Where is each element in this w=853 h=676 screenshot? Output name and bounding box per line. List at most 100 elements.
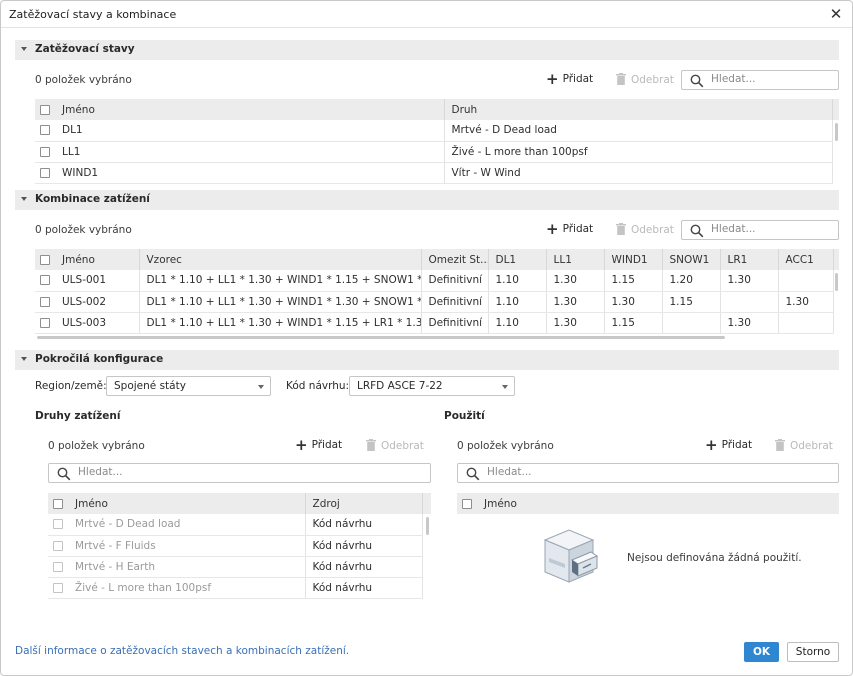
row-checkbox — [48, 556, 68, 578]
region-value: Spojené státy — [114, 380, 186, 392]
section-combinations-header[interactable]: Kombinace zatížení — [15, 190, 839, 210]
region-dropdown[interactable]: Spojené státy — [106, 376, 271, 396]
table-header-row: Jméno Druh — [35, 99, 839, 120]
remove-label: Odebrat — [790, 440, 833, 452]
remove-load-case-button[interactable]: Odebrat — [616, 73, 674, 89]
cell: DL1 * 1.10 + LL1 * 1.30 + WIND1 * 1.15 +… — [139, 312, 422, 334]
table-row[interactable]: WIND1 Vítr - W Wind — [35, 162, 839, 184]
remove-combination-button[interactable]: Odebrat — [616, 223, 674, 239]
selection-count: 0 položek vybráno — [48, 440, 145, 452]
collapse-triangle-icon[interactable] — [21, 47, 27, 51]
close-icon[interactable]: ✕ — [827, 5, 845, 23]
horizontal-scrollbar[interactable] — [37, 336, 725, 339]
select-all-checkbox[interactable] — [48, 493, 68, 514]
cell-name: LL1 — [55, 141, 445, 163]
table-row[interactable]: ULS-002 DL1 * 1.10 + LL1 * 1.30 + WIND1 … — [35, 291, 839, 313]
add-usage-button[interactable]: + Přidat — [705, 438, 752, 455]
vertical-scrollbar[interactable] — [426, 517, 429, 535]
column-header[interactable]: Jméno — [55, 99, 445, 120]
cell: 1.30 — [720, 270, 779, 292]
table-row[interactable]: Mrtvé - F Fluids Kód návrhu — [48, 535, 431, 557]
search-input[interactable] — [78, 466, 198, 478]
column-header[interactable]: Zdroj — [305, 493, 423, 514]
select-all-checkbox[interactable] — [35, 249, 55, 270]
table-row[interactable]: Mrtvé - H Earth Kód návrhu — [48, 556, 431, 578]
usage-search[interactable] — [457, 463, 839, 483]
cell-type: Živé - L more than 100psf — [444, 141, 833, 163]
column-header[interactable]: LR1 — [720, 249, 779, 270]
section-advanced-header[interactable]: Pokročilá konfigurace — [15, 350, 839, 370]
help-link[interactable]: Další informace o zatěžovacích stavech a… — [15, 645, 349, 657]
trash-icon — [616, 73, 626, 85]
search-input[interactable] — [711, 223, 831, 235]
load-types-title: Druhy zatížení — [35, 410, 121, 422]
cell: ULS-001 — [55, 270, 140, 292]
search-icon — [466, 467, 480, 481]
table-row[interactable]: Mrtvé - D Dead load Kód návrhu — [48, 514, 431, 536]
cell-source: Kód návrhu — [305, 535, 423, 557]
row-checkbox — [48, 535, 68, 557]
table-row[interactable]: ULS-003 DL1 * 1.10 + LL1 * 1.30 + WIND1 … — [35, 312, 839, 334]
collapse-triangle-icon[interactable] — [21, 357, 27, 361]
cell — [778, 312, 834, 334]
add-load-type-button[interactable]: + Přidat — [295, 438, 342, 455]
search-icon — [690, 224, 704, 238]
cell-source: Kód návrhu — [305, 556, 423, 578]
cell: 1.30 — [546, 291, 605, 313]
chevron-down-icon — [502, 385, 508, 389]
load-type-search[interactable] — [48, 463, 431, 483]
load-case-search[interactable] — [681, 70, 839, 90]
remove-usage-button[interactable]: Odebrat — [775, 439, 833, 455]
remove-load-type-button[interactable]: Odebrat — [366, 439, 424, 455]
cell — [662, 312, 721, 334]
column-header[interactable]: Jméno — [68, 493, 306, 514]
column-header[interactable]: DL1 — [488, 249, 547, 270]
cancel-button[interactable]: Storno — [787, 642, 839, 662]
combination-search[interactable] — [681, 220, 839, 240]
section-load-cases-header[interactable]: Zatěžovací stavy — [15, 40, 839, 60]
select-all-checkbox[interactable] — [35, 99, 55, 120]
search-input[interactable] — [487, 466, 607, 478]
row-checkbox[interactable] — [35, 291, 55, 313]
selection-count: 0 položek vybráno — [35, 224, 132, 236]
vertical-scrollbar[interactable] — [835, 273, 838, 291]
column-header[interactable]: Vzorec — [139, 249, 422, 270]
remove-label: Odebrat — [631, 74, 674, 86]
cell-source: Kód návrhu — [305, 577, 423, 599]
column-header[interactable]: ACC1 — [778, 249, 834, 270]
cell: 1.30 — [546, 312, 605, 334]
section-title: Pokročilá konfigurace — [35, 353, 164, 365]
row-checkbox[interactable] — [35, 141, 55, 163]
usages-title: Použití — [444, 410, 485, 422]
table-row[interactable]: DL1 Mrtvé - D Dead load — [35, 120, 839, 142]
remove-label: Odebrat — [631, 224, 674, 236]
row-checkbox[interactable] — [35, 120, 55, 142]
add-combination-button[interactable]: + Přidat — [546, 222, 593, 239]
search-input[interactable] — [711, 73, 831, 85]
cell: Definitivní — [421, 270, 489, 292]
cell: 1.30 — [778, 291, 834, 313]
cell-type: Mrtvé - D Dead load — [444, 120, 833, 142]
table-row[interactable]: ULS-001 DL1 * 1.10 + LL1 * 1.30 + WIND1 … — [35, 270, 839, 292]
column-header[interactable]: Jméno — [55, 249, 140, 270]
table-row[interactable]: LL1 Živé - L more than 100psf — [35, 141, 839, 163]
file-cabinet-icon — [543, 529, 599, 583]
ok-button[interactable]: OK — [744, 642, 779, 662]
vertical-scrollbar[interactable] — [835, 123, 838, 141]
row-checkbox[interactable] — [35, 162, 55, 184]
design-code-value: LRFD ASCE 7-22 — [357, 380, 443, 392]
row-checkbox[interactable] — [35, 312, 55, 334]
load-types-table: Jméno Zdroj Mrtvé - D Dead load Kód návrh… — [48, 493, 431, 599]
row-checkbox[interactable] — [35, 270, 55, 292]
column-header[interactable]: LL1 — [546, 249, 605, 270]
column-header[interactable]: Jméno — [477, 493, 839, 514]
collapse-triangle-icon[interactable] — [21, 197, 27, 201]
add-load-case-button[interactable]: + Přidat — [546, 72, 593, 89]
select-all-checkbox[interactable] — [457, 493, 477, 514]
column-header[interactable]: Omezit St... — [421, 249, 489, 270]
table-row[interactable]: Živé - L more than 100psf Kód návrhu — [48, 577, 431, 599]
column-header[interactable]: SNOW1 — [662, 249, 721, 270]
column-header[interactable]: Druh — [444, 99, 833, 120]
design-code-dropdown[interactable]: LRFD ASCE 7-22 — [349, 376, 515, 396]
column-header[interactable]: WIND1 — [604, 249, 663, 270]
